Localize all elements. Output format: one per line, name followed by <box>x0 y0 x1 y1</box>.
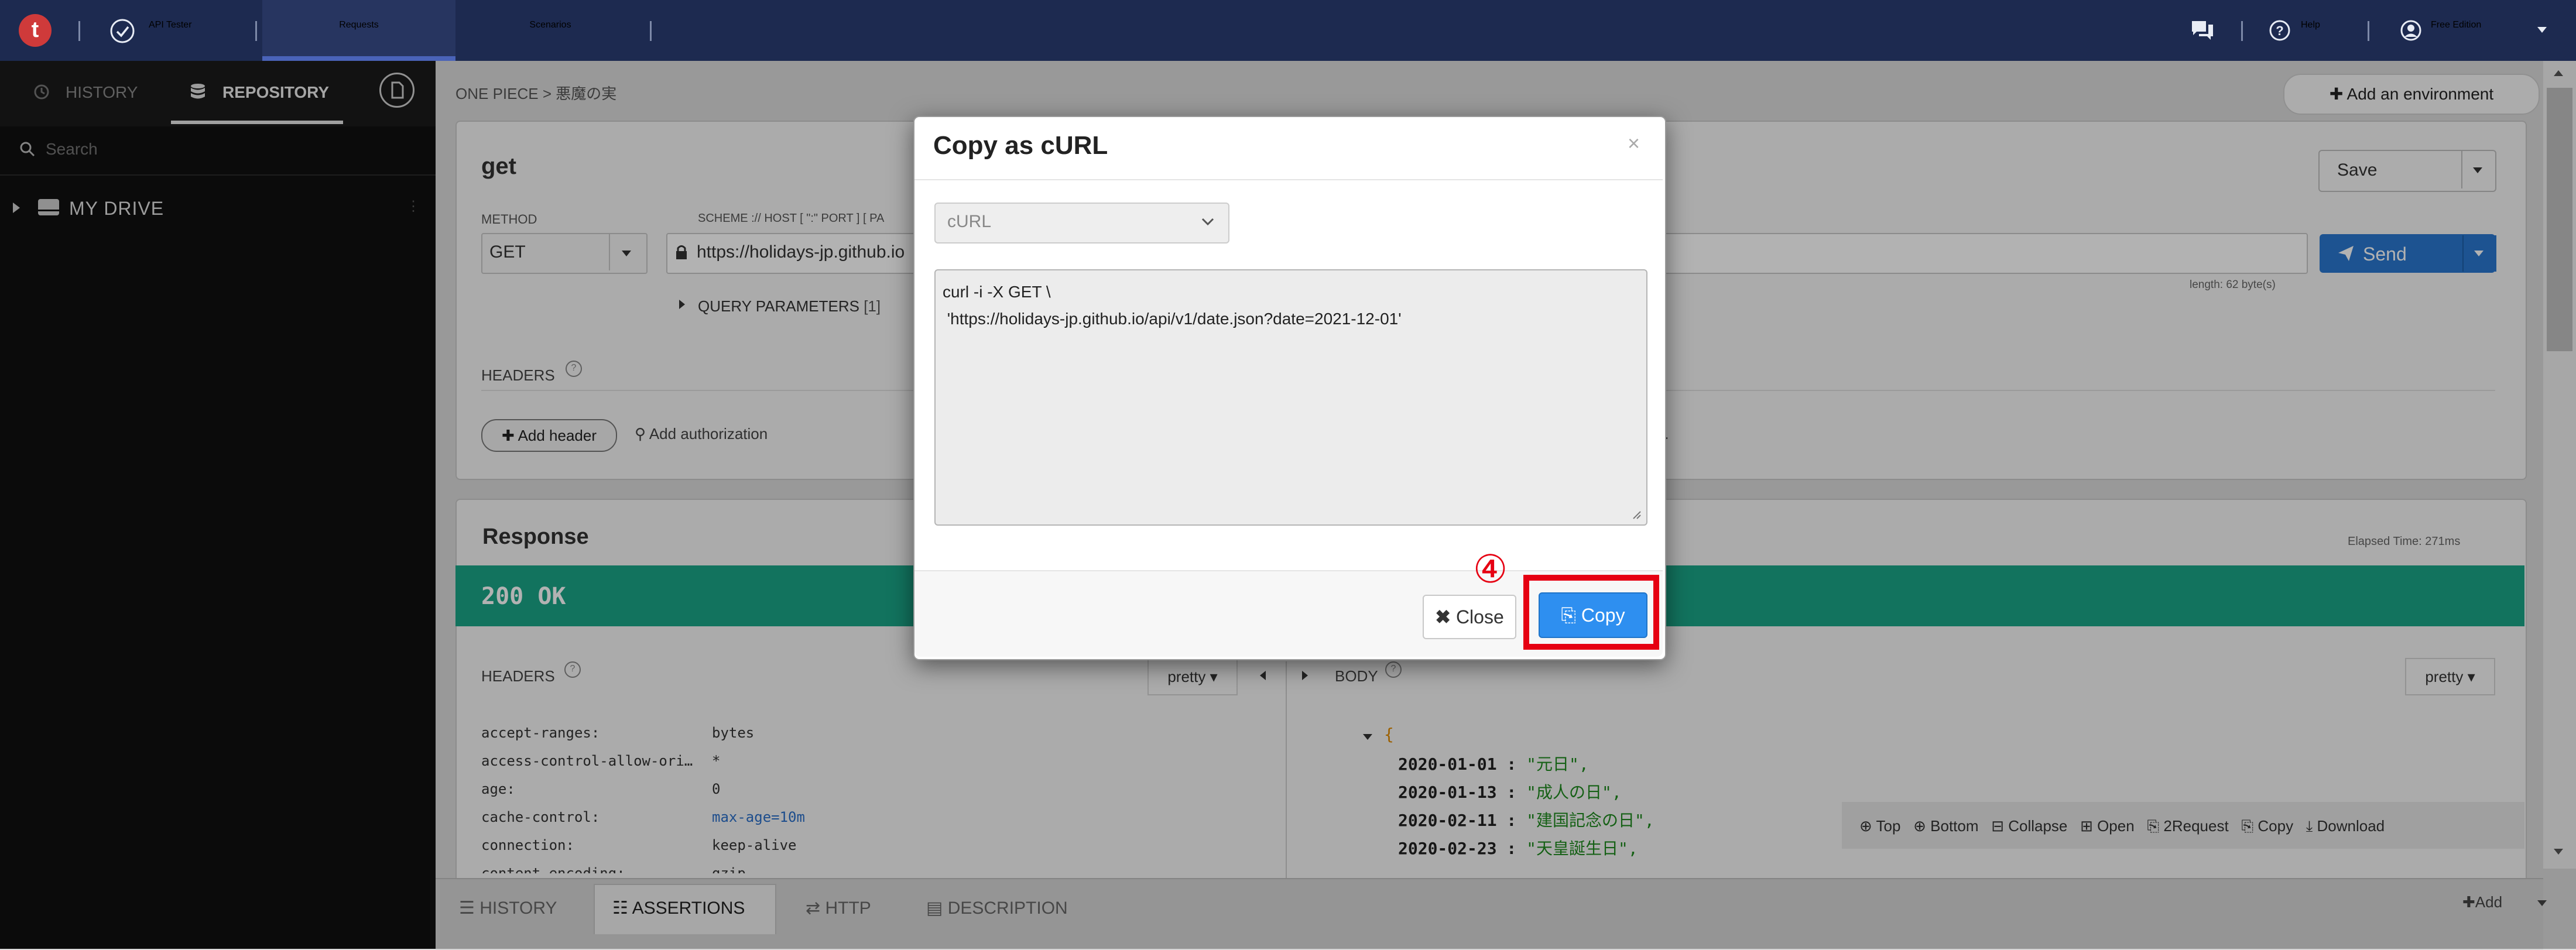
chevron-down-icon[interactable] <box>2537 27 2547 33</box>
curl-line: curl -i -X GET \ <box>943 283 1051 301</box>
edition-menu[interactable]: Free Edition <box>2431 20 2481 30</box>
divider <box>255 21 257 41</box>
step-marker: ④ <box>1473 547 1508 591</box>
tab-requests-label[interactable]: Requests <box>262 20 455 30</box>
help-link[interactable]: Help <box>2301 20 2320 30</box>
chat-icon[interactable] <box>2190 19 2215 42</box>
copy-label: Copy <box>1581 605 1625 626</box>
app-name: API Tester <box>149 20 192 30</box>
modal-divider <box>914 179 1663 180</box>
svg-text:?: ? <box>2276 23 2283 38</box>
user-icon[interactable] <box>2399 19 2423 42</box>
tab-scenarios[interactable]: Scenarios <box>480 20 621 30</box>
chevron-down-icon <box>1201 218 1214 226</box>
help-icon[interactable]: ? <box>2268 19 2291 42</box>
curl-command: curl -i -X GET \ 'https://holidays-jp.gi… <box>943 279 1402 332</box>
divider <box>2368 21 2369 41</box>
curl-line: 'https://holidays-jp.github.io/api/v1/da… <box>943 310 1402 328</box>
close-button[interactable]: ✖ Close <box>1423 595 1516 639</box>
check-badge-icon <box>109 18 136 44</box>
close-x-icon: ✖ <box>1435 606 1451 627</box>
divider <box>78 21 80 41</box>
tab-requests[interactable] <box>262 0 455 61</box>
tab-active-indicator <box>262 56 455 61</box>
divider <box>650 21 652 41</box>
copy-icon: ⎘ <box>1561 605 1576 626</box>
close-icon[interactable]: × <box>1628 131 1640 156</box>
modal-title: Copy as cURL <box>933 131 1108 160</box>
copy-button[interactable]: ⎘ Copy <box>1539 592 1647 638</box>
close-label: Close <box>1455 606 1504 627</box>
app-logo[interactable]: t <box>19 14 52 47</box>
format-value: cURL <box>947 212 992 231</box>
resize-handle-icon[interactable] <box>1631 509 1642 520</box>
divider <box>2241 21 2243 41</box>
